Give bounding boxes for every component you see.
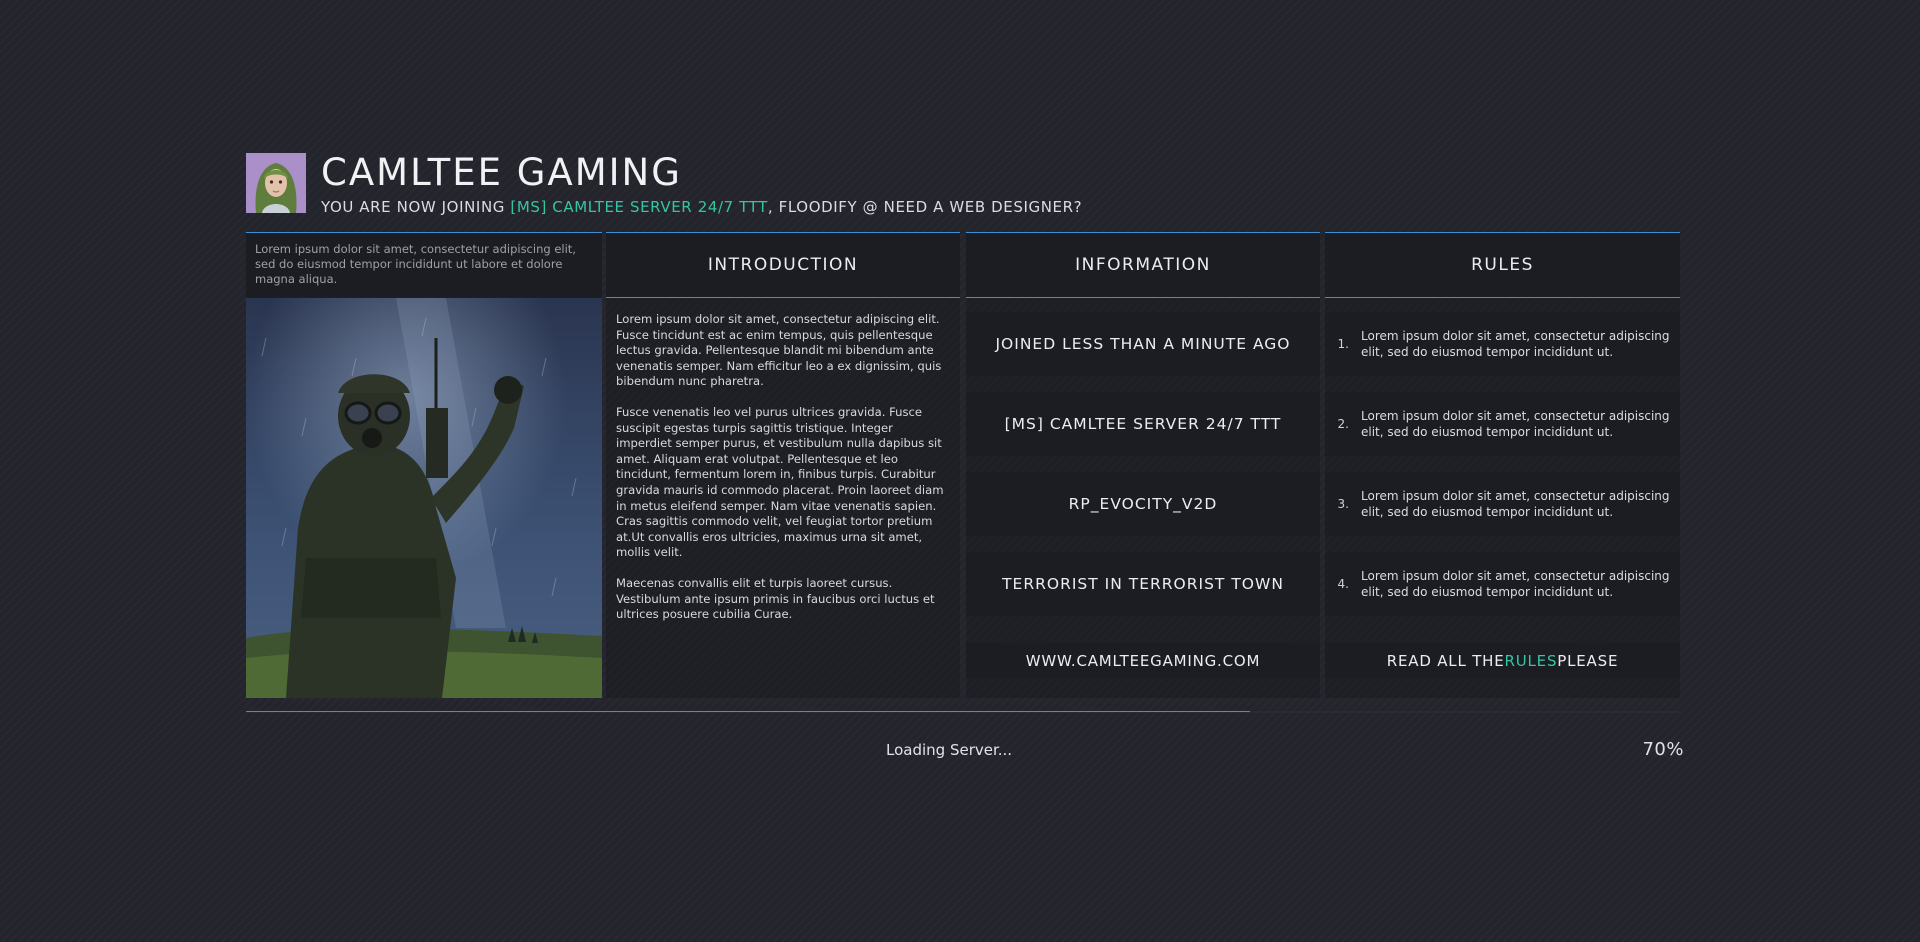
rules-reminder-highlight: RULES (1504, 651, 1558, 670)
website-link[interactable]: WWW.CAMLTEEGAMING.COM (966, 643, 1320, 678)
introduction-body: Lorem ipsum dolor sit amet, consectetur … (616, 312, 948, 638)
rule-number: 1. (1337, 337, 1349, 351)
rules-column: RULES 1. Lorem ipsum dolor sit amet, con… (1325, 232, 1680, 698)
rule-number: 4. (1337, 577, 1349, 591)
rule-text: Lorem ipsum dolor sit amet, consectetur … (1361, 409, 1670, 439)
rule-number: 3. (1337, 497, 1349, 511)
subtitle-prefix: YOU ARE NOW JOINING (321, 198, 511, 216)
info-gamemode: TERRORIST IN TERRORIST TOWN (966, 552, 1320, 616)
introduction-column: INTRODUCTION Lorem ipsum dolor sit amet,… (606, 232, 960, 698)
media-caption: Lorem ipsum dolor sit amet, consectetur … (246, 233, 602, 297)
soldier-screenshot-image (246, 298, 602, 698)
loading-percent: 70% (1642, 739, 1684, 760)
loading-progress-fill (246, 711, 1250, 712)
info-map-name: RP_EVOCITY_V2D (966, 472, 1320, 536)
column-heading-divider (966, 297, 1320, 298)
column-heading-divider (606, 297, 960, 298)
avatar (246, 153, 306, 213)
rule-text: Lorem ipsum dolor sit amet, consectetur … (1361, 329, 1670, 359)
rules-reminder-prefix: READ ALL THE (1386, 651, 1505, 670)
media-column: Lorem ipsum dolor sit amet, consectetur … (246, 232, 602, 698)
avatar-portrait-icon (246, 153, 306, 213)
loading-status: Loading Server... (886, 741, 1013, 759)
rule-item: 1. Lorem ipsum dolor sit amet, consectet… (1325, 312, 1680, 376)
info-server-name: [MS] CAMLTEE SERVER 24/7 TTT (966, 392, 1320, 456)
page-title: CAMLTEE GAMING (321, 151, 682, 194)
loading-progress-bar (246, 711, 1680, 713)
rule-number: 2. (1337, 417, 1349, 431)
rule-item: 2. Lorem ipsum dolor sit amet, consectet… (1325, 392, 1680, 456)
rules-heading: RULES (1325, 233, 1680, 297)
rules-reminder: READ ALL THE RULES PLEASE (1325, 643, 1680, 678)
rule-item: 4. Lorem ipsum dolor sit amet, consectet… (1325, 552, 1680, 616)
intro-paragraph: Maecenas convallis elit et turpis laoree… (616, 575, 935, 622)
subtitle-suffix: , FLOODIFY @ NEED A WEB DESIGNER? (767, 198, 1083, 216)
intro-paragraph: Fusce venenatis leo vel purus ultrices g… (616, 404, 944, 560)
soldier-scene-icon (246, 298, 602, 698)
information-heading: INFORMATION (966, 233, 1320, 297)
rules-reminder-suffix: PLEASE (1557, 651, 1619, 670)
intro-paragraph: Lorem ipsum dolor sit amet, consectetur … (616, 312, 942, 389)
subtitle-server-name: [MS] CAMLTEE SERVER 24/7 TTT (510, 198, 768, 216)
rule-text: Lorem ipsum dolor sit amet, consectetur … (1361, 489, 1670, 519)
information-column: INFORMATION JOINED LESS THAN A MINUTE AG… (966, 232, 1320, 698)
introduction-heading: INTRODUCTION (606, 233, 960, 297)
rule-text: Lorem ipsum dolor sit amet, consectetur … (1361, 569, 1670, 599)
info-joined-time: JOINED LESS THAN A MINUTE AGO (966, 312, 1320, 376)
rule-item: 3. Lorem ipsum dolor sit amet, consectet… (1325, 472, 1680, 536)
column-heading-divider (1325, 297, 1680, 298)
joining-subtitle: YOU ARE NOW JOINING [MS] CAMLTEE SERVER … (321, 198, 1082, 216)
